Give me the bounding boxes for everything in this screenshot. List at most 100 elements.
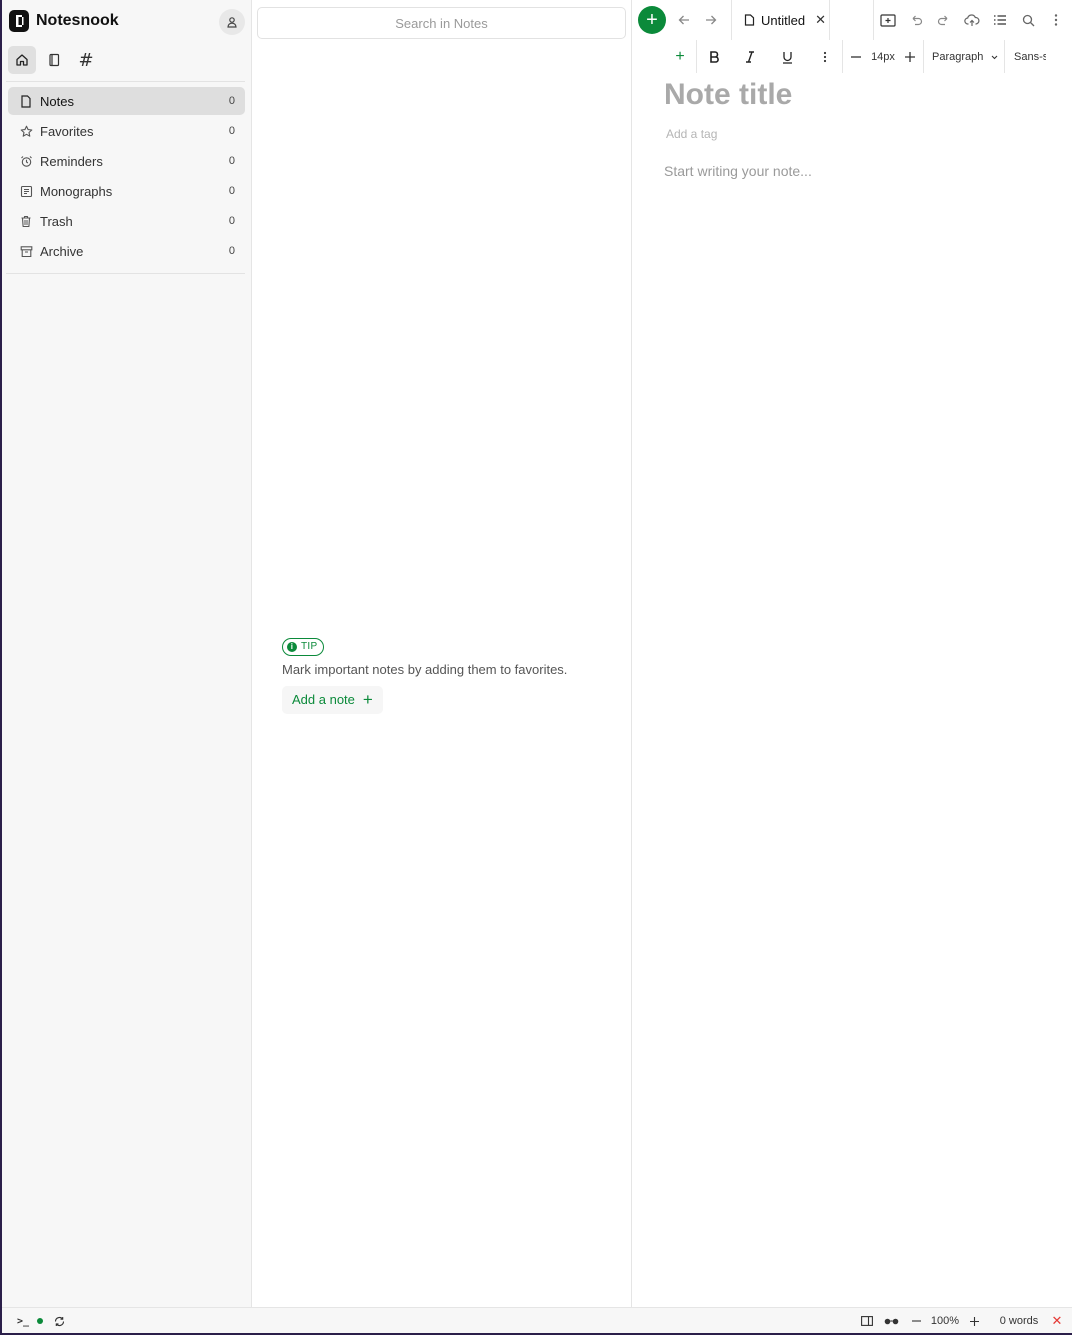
close-icon[interactable]: ✕ — [1050, 1313, 1064, 1328]
plus-icon: + — [646, 9, 658, 31]
zoom-level: 100% — [930, 1315, 960, 1327]
tab-home[interactable] — [8, 46, 36, 74]
back-button[interactable] — [674, 10, 694, 30]
terminal-icon[interactable]: >_ — [16, 1314, 30, 1328]
search-box — [257, 7, 626, 39]
toolbar-divider — [842, 40, 843, 73]
plus-icon — [905, 52, 915, 62]
search-icon — [1022, 14, 1034, 26]
more-vertical-icon — [1054, 14, 1058, 26]
toggle-sidebar-button[interactable] — [860, 1314, 874, 1328]
word-count: 0 words — [999, 1315, 1039, 1327]
sidebar-item-notes[interactable]: Notes 0 — [8, 87, 245, 115]
search-input[interactable] — [258, 15, 625, 31]
note-body-editor[interactable]: Start writing your note... — [664, 163, 812, 179]
account-button[interactable] — [219, 9, 245, 35]
tab-spacer — [830, 0, 874, 40]
close-icon[interactable]: ✕ — [815, 12, 826, 28]
plus-icon: + — [675, 48, 685, 65]
forward-button[interactable] — [701, 10, 721, 30]
sidebar: Notesnook # Notes 0 Favorites 0 Reminder… — [2, 0, 252, 1307]
note-title-input[interactable]: Note title — [664, 78, 792, 112]
sidebar-item-archive[interactable]: Archive 0 — [8, 237, 245, 265]
home-icon — [16, 54, 28, 66]
alarm-icon — [19, 154, 33, 168]
redo-button[interactable] — [934, 10, 954, 30]
app-window: Notesnook # Notes 0 Favorites 0 Reminder… — [2, 0, 1072, 1333]
sidebar-item-label: Notes — [40, 93, 74, 109]
star-icon — [19, 124, 33, 138]
underline-icon — [782, 51, 792, 64]
tags-icon: # — [78, 49, 94, 71]
block-type-value: Paragraph — [932, 51, 984, 63]
sidebar-item-favorites[interactable]: Favorites 0 — [8, 117, 245, 145]
sidebar-panel-icon — [861, 1316, 873, 1326]
increase-font-size-button[interactable] — [903, 48, 917, 66]
toolbar-divider — [696, 40, 697, 73]
tip-badge: i TIP — [282, 637, 325, 656]
toolbar-divider — [1004, 40, 1005, 73]
sync-button[interactable] — [52, 1314, 66, 1328]
divider — [6, 81, 245, 82]
italic-icon — [746, 51, 754, 63]
add-note-button[interactable]: Add a note + — [282, 685, 383, 714]
sidebar-item-label: Monographs — [40, 183, 113, 199]
sidebar-tabs: # — [8, 46, 100, 74]
block-type-select[interactable]: Paragraph — [932, 48, 1000, 66]
font-family-value: Sans-s — [1014, 51, 1046, 63]
brand: Notesnook — [9, 10, 119, 32]
focus-mode-button[interactable] — [878, 10, 898, 30]
sidebar-item-label: Trash — [40, 213, 73, 229]
tab-tags[interactable]: # — [72, 46, 100, 74]
sidebar-item-monographs[interactable]: Monographs 0 — [8, 177, 245, 205]
search-in-note-button[interactable] — [1018, 10, 1038, 30]
add-tag-input[interactable]: Add a tag — [666, 127, 717, 141]
tab-notebooks[interactable] — [40, 46, 68, 74]
sidebar-item-reminders[interactable]: Reminders 0 — [8, 147, 245, 175]
new-window-icon — [880, 14, 896, 27]
new-note-button[interactable]: + — [638, 6, 666, 34]
plus-icon: + — [362, 690, 373, 709]
add-note-label: Add a note — [292, 692, 355, 707]
table-of-contents-button[interactable] — [990, 10, 1010, 30]
info-icon: i — [287, 641, 297, 652]
arrow-right-icon — [706, 15, 717, 25]
italic-button[interactable] — [742, 48, 758, 66]
read-only-button[interactable] — [883, 1314, 899, 1328]
status-bar: >_ 100% 0 words ✕ — [2, 1307, 1072, 1333]
tab-untitled[interactable]: Untitled ✕ — [731, 0, 830, 40]
sidebar-item-label: Favorites — [40, 123, 94, 139]
tip-text: Mark important notes by adding them to f… — [282, 661, 568, 677]
sidebar-item-label: Archive — [40, 243, 84, 259]
zoom-out-button[interactable] — [910, 1314, 922, 1328]
decrease-font-size-button[interactable] — [849, 48, 863, 66]
undo-button[interactable] — [906, 10, 926, 30]
sidebar-nav: Notes 0 Favorites 0 Reminders 0 Monograp… — [8, 87, 245, 267]
bold-button[interactable] — [706, 48, 722, 66]
redo-icon — [937, 15, 948, 26]
cloud-sync-button[interactable] — [962, 10, 982, 30]
editor-pane: + Untitled ✕ + 14px Paragraph Sans-s Not… — [632, 0, 1072, 1307]
refresh-icon — [54, 1316, 64, 1326]
cloud-upload-icon — [964, 14, 980, 26]
sidebar-item-trash[interactable]: Trash 0 — [8, 207, 245, 235]
arrow-left-icon — [678, 15, 689, 25]
insert-button[interactable]: + — [672, 48, 688, 66]
font-family-select[interactable]: Sans-s — [1014, 48, 1046, 66]
tip-badge-label: TIP — [301, 641, 318, 652]
list-icon — [994, 15, 1006, 25]
more-options-button[interactable] — [1046, 10, 1066, 30]
sidebar-item-count: 0 — [228, 245, 235, 257]
toolbar-divider — [923, 40, 924, 73]
underline-button[interactable] — [779, 48, 795, 66]
chevron-down-icon — [991, 55, 998, 59]
more-vertical-icon — [823, 51, 827, 63]
font-size-value: 14px — [871, 51, 895, 63]
bold-icon — [710, 51, 719, 63]
sidebar-item-count: 0 — [228, 185, 235, 197]
trash-icon — [19, 214, 33, 228]
undo-icon — [912, 15, 923, 26]
zoom-in-button[interactable] — [968, 1314, 980, 1328]
notebook-icon — [49, 53, 60, 67]
more-formatting-button[interactable] — [817, 48, 833, 66]
